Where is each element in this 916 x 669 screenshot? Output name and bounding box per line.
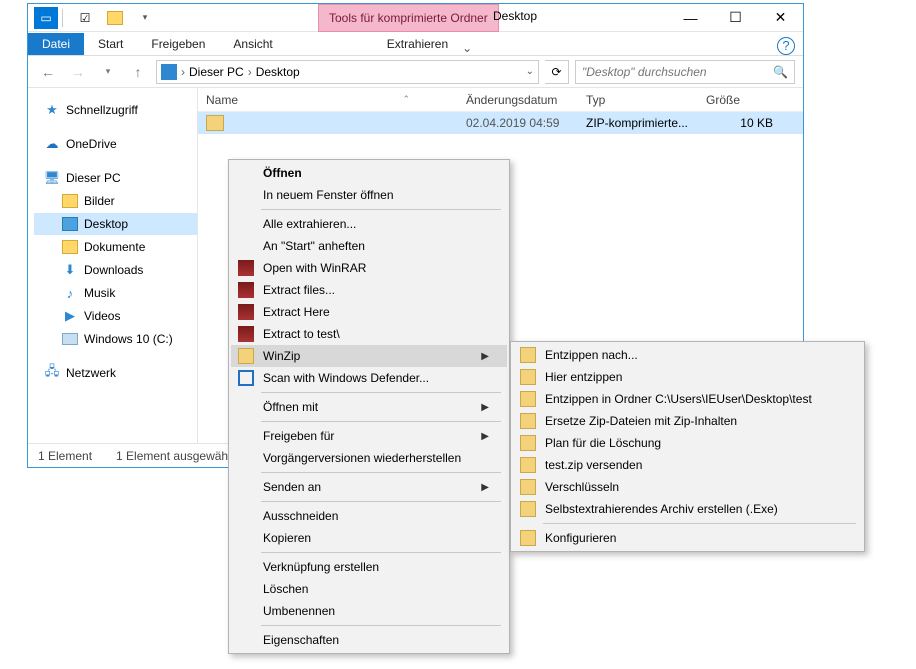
nav-thispc[interactable]: 🖥Dieser PC [34, 167, 197, 189]
col-name[interactable]: Name⌃ [198, 93, 458, 107]
menu-shortcut[interactable]: Verknüpfung erstellen [231, 556, 507, 578]
winzip-configure[interactable]: Konfigurieren [513, 527, 862, 549]
table-row[interactable]: 02.04.2019 04:59 ZIP-komprimierte... 10 … [198, 112, 803, 134]
ribbon-context-label: Tools für komprimierte Ordner [318, 4, 499, 32]
col-type[interactable]: Typ [578, 93, 698, 107]
window-title: Desktop [493, 9, 537, 23]
maximize-button[interactable]: ☐ [713, 4, 758, 32]
menu-restore-versions[interactable]: Vorgängerversionen wiederherstellen [231, 447, 507, 469]
menu-cut[interactable]: Ausschneiden [231, 505, 507, 527]
winzip-submenu: Entzippen nach... Hier entzippen Entzipp… [510, 341, 865, 552]
menu-open-with[interactable]: Öffnen mit▶ [231, 396, 507, 418]
help-icon[interactable]: ? [777, 37, 795, 55]
nav-downloads[interactable]: ⬇Downloads [34, 259, 197, 281]
submenu-arrow-icon: ▶ [461, 431, 489, 442]
nav-videos[interactable]: ▶Videos [34, 305, 197, 327]
winzip-encrypt[interactable]: Verschlüsseln [513, 476, 862, 498]
nav-quickaccess[interactable]: ★Schnellzugriff [34, 99, 197, 121]
address-bar: ← → ▾ ↑ › Dieser PC › Desktop ⌄ ⟳ 🔍 [28, 56, 803, 88]
minimize-button[interactable]: — [668, 4, 713, 32]
zip-file-icon [206, 115, 224, 131]
nav-back-icon[interactable]: ← [36, 60, 60, 84]
pc-icon [161, 64, 177, 80]
crumb-pc[interactable]: Dieser PC [189, 65, 244, 79]
nav-forward-icon[interactable]: → [66, 60, 90, 84]
menu-winzip[interactable]: WinZip▶ [231, 345, 507, 367]
search-box[interactable]: 🔍 [575, 60, 795, 84]
nav-documents[interactable]: Dokumente [34, 236, 197, 258]
menu-share-with[interactable]: Freigeben für▶ [231, 425, 507, 447]
nav-up-icon[interactable]: ↑ [126, 60, 150, 84]
app-icon: ▭ [34, 7, 58, 29]
refresh-icon[interactable]: ⟳ [545, 60, 569, 84]
tab-start[interactable]: Start [84, 33, 137, 55]
tab-share[interactable]: Freigeben [137, 33, 219, 55]
col-date[interactable]: Änderungsdatum [458, 93, 578, 107]
menu-delete[interactable]: Löschen [231, 578, 507, 600]
winzip-send[interactable]: test.zip versenden [513, 454, 862, 476]
status-count: 1 Element [38, 449, 92, 463]
tab-view[interactable]: Ansicht [219, 33, 286, 55]
nav-cdrive[interactable]: Windows 10 (C:) [34, 328, 197, 350]
menu-winrar-extract-here[interactable]: Extract Here [231, 301, 507, 323]
nav-desktop[interactable]: Desktop [34, 213, 197, 235]
context-menu: Öffnen In neuem Fenster öffnen Alle extr… [228, 159, 510, 654]
cell-type: ZIP-komprimierte... [578, 116, 698, 130]
crumb-desktop[interactable]: Desktop [256, 65, 300, 79]
menu-extract-all[interactable]: Alle extrahieren... [231, 213, 507, 235]
winzip-unzip-to[interactable]: Entzippen nach... [513, 344, 862, 366]
separator [62, 9, 63, 27]
sort-indicator-icon: ⌃ [402, 94, 410, 105]
menu-pin-start[interactable]: An "Start" anheften [231, 235, 507, 257]
menu-properties[interactable]: Eigenschaften [231, 629, 507, 651]
tab-file[interactable]: Datei [28, 33, 84, 55]
ribbon-tabs: Datei Start Freigeben Ansicht Extrahiere… [28, 32, 803, 56]
menu-rename[interactable]: Umbenennen [231, 600, 507, 622]
nav-music[interactable]: ♪Musik [34, 282, 197, 304]
winzip-replace[interactable]: Ersetze Zip-Dateien mit Zip-Inhalten [513, 410, 862, 432]
nav-recent-icon[interactable]: ▾ [96, 60, 120, 84]
search-icon: 🔍 [773, 65, 788, 79]
column-headers: Name⌃ Änderungsdatum Typ Größe [198, 88, 803, 112]
menu-winrar-open[interactable]: Open with WinRAR [231, 257, 507, 279]
winzip-plan-delete[interactable]: Plan für die Löschung [513, 432, 862, 454]
cell-size: 10 KB [698, 116, 803, 130]
close-button[interactable]: ✕ [758, 4, 803, 32]
search-input[interactable] [582, 65, 773, 79]
navigation-pane: ★Schnellzugriff ☁OneDrive 🖥Dieser PC Bil… [28, 88, 198, 443]
winzip-unzip-folder[interactable]: Entzippen in Ordner C:\Users\IEUser\Desk… [513, 388, 862, 410]
submenu-arrow-icon: ▶ [461, 482, 489, 493]
cell-date: 02.04.2019 04:59 [458, 116, 578, 130]
tab-extract[interactable]: Extrahieren [373, 33, 462, 55]
menu-copy[interactable]: Kopieren [231, 527, 507, 549]
breadcrumb[interactable]: › Dieser PC › Desktop ⌄ [156, 60, 539, 84]
winzip-sfx[interactable]: Selbstextrahierendes Archiv erstellen (.… [513, 498, 862, 520]
menu-open-new-window[interactable]: In neuem Fenster öffnen [231, 184, 507, 206]
nav-pictures[interactable]: Bilder [34, 190, 197, 212]
winzip-unzip-here[interactable]: Hier entzippen [513, 366, 862, 388]
menu-open[interactable]: Öffnen [231, 162, 507, 184]
status-selected: 1 Element ausgewähl [116, 449, 231, 463]
qat-properties-icon[interactable]: ☑ [73, 7, 97, 29]
menu-send-to[interactable]: Senden an▶ [231, 476, 507, 498]
menu-winrar-extract-files[interactable]: Extract files... [231, 279, 507, 301]
submenu-arrow-icon: ▶ [461, 402, 489, 413]
nav-onedrive[interactable]: ☁OneDrive [34, 133, 197, 155]
submenu-arrow-icon: ▶ [461, 351, 489, 362]
menu-defender[interactable]: Scan with Windows Defender... [231, 367, 507, 389]
col-size[interactable]: Größe [698, 93, 803, 107]
menu-winrar-extract-to[interactable]: Extract to test\ [231, 323, 507, 345]
nav-network[interactable]: 🖧Netzwerk [34, 362, 197, 384]
titlebar: ▭ ☑ ▾ Tools für komprimierte Ordner Desk… [28, 4, 803, 32]
qat-dropdown-icon[interactable]: ▾ [133, 7, 157, 29]
ribbon-expand-icon[interactable]: ⌄ [462, 41, 472, 55]
qat-newfolder-icon[interactable] [103, 7, 127, 29]
